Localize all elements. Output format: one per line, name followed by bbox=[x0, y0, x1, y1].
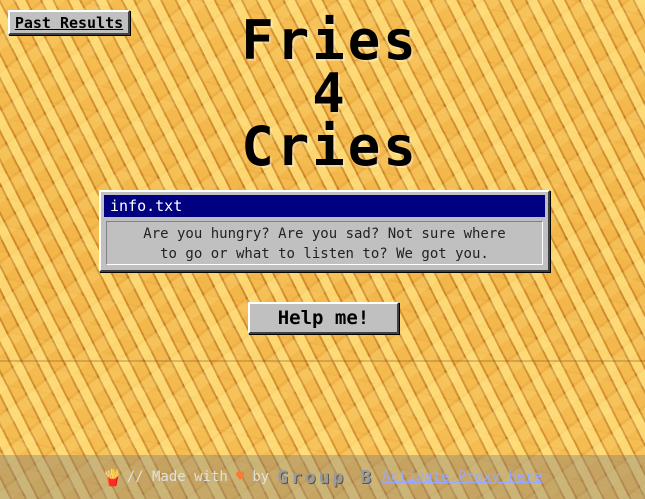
footer-by: by bbox=[252, 469, 270, 485]
past-results-button[interactable]: Past Results bbox=[8, 10, 130, 35]
footer-bar: 🍟 // Made with ♥ by Group B Activate Pro… bbox=[0, 455, 645, 499]
footer-made-with: // Made with bbox=[126, 469, 228, 485]
title-line-2: 4 bbox=[312, 62, 348, 125]
group-name: Group B bbox=[277, 466, 375, 488]
title-line-3: Cries bbox=[241, 115, 419, 178]
background-seam bbox=[0, 360, 645, 362]
fries-icon: 🍟 bbox=[102, 467, 123, 487]
page-title: Fries 4 Cries bbox=[150, 9, 510, 178]
dialog-title-bar: info.txt bbox=[104, 195, 545, 217]
dialog-message: Are you hungry? Are you sad? Not sure wh… bbox=[106, 221, 543, 265]
info-dialog: info.txt Are you hungry? Are you sad? No… bbox=[99, 190, 550, 272]
help-me-button[interactable]: Help me! bbox=[248, 302, 399, 334]
title-line-1: Fries bbox=[241, 9, 419, 72]
dialog-message-line-2: to go or what to listen to? We got you. bbox=[160, 246, 489, 262]
activate-proxy-link[interactable]: Activate Proxy Here bbox=[382, 469, 542, 485]
heart-icon: ♥ bbox=[235, 469, 245, 485]
dialog-message-line-1: Are you hungry? Are you sad? Not sure wh… bbox=[143, 226, 506, 242]
